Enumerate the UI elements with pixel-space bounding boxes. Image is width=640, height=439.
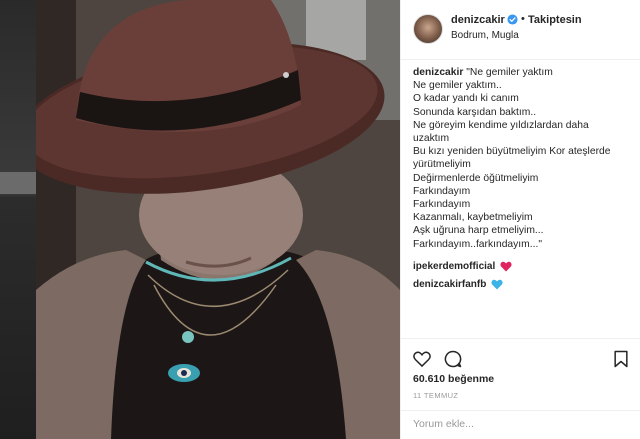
caption-line: O kadar yandı ki canım [413, 93, 519, 105]
caption-line: yürütmeliyim [413, 159, 471, 171]
post-caption: denizcakir "Ne gemiler yaktım Ne gemiler … [413, 66, 631, 251]
caption-text: "Ne gemiler yaktım [463, 67, 553, 78]
background-left-band [0, 172, 36, 194]
caption-line: Ne gemiler yaktım.. [413, 80, 502, 92]
caption-line: Bu kızı yeniden büyütmeliyim Kor ateşler… [413, 146, 611, 158]
caption-username[interactable]: denizcakir [413, 67, 463, 78]
username-link[interactable]: denizcakir [451, 14, 505, 26]
post-photo-illustration [36, 0, 400, 439]
comment-item: ipekerdemofficial [413, 261, 512, 272]
caption-line: Kazanmalı, kaybetmeliyim [413, 212, 533, 224]
comment-item: denizcakirfanfb [413, 279, 503, 290]
comment-bubble-icon[interactable] [443, 349, 463, 369]
caption-line: Farkındayım [413, 185, 471, 197]
comment-input[interactable] [413, 418, 623, 430]
caption-line: denizcakir "Ne gemiler yaktım [413, 66, 631, 79]
bookmark-icon[interactable] [611, 349, 631, 369]
likes-count[interactable]: 60.610 beğenme [413, 373, 494, 385]
follow-status-button[interactable]: Takiptesin [528, 14, 582, 26]
avatar[interactable] [413, 14, 443, 44]
blue-heart-icon [491, 279, 503, 290]
caption-line: uzaktım [413, 133, 450, 145]
caption-line: Farkındayım [413, 199, 471, 211]
heart-outline-icon[interactable] [412, 349, 432, 369]
red-heart-icon [500, 261, 512, 272]
comment-username[interactable]: denizcakirfanfb [413, 279, 486, 290]
caption-line: Farkındayım..farkındayım..." [413, 238, 542, 250]
post-date: 11 TEMMUZ [413, 391, 459, 400]
comment-box [401, 410, 640, 439]
caption-line: Aşk uğruna harp etmeliyim... [413, 225, 544, 237]
comment-username[interactable]: ipekerdemofficial [413, 261, 495, 272]
post-header: denizcakir • Takiptesin Bodrum, Mugla [401, 0, 640, 60]
background-left-strip [0, 0, 36, 439]
caption-line: Ne göreyim kendime yıldızlardan daha [413, 119, 589, 131]
post-actions [401, 338, 640, 376]
post-photo[interactable] [36, 0, 400, 439]
caption-line: Sonunda karşıdan baktım.. [413, 106, 537, 118]
verified-badge-icon [507, 14, 518, 25]
caption-line: Değirmenlerde öğütmeliyim [413, 172, 539, 184]
post-side-panel: denizcakir • Takiptesin Bodrum, Mugla de… [400, 0, 640, 439]
separator-dot: • [521, 13, 525, 25]
location-link[interactable]: Bodrum, Mugla [451, 30, 519, 41]
